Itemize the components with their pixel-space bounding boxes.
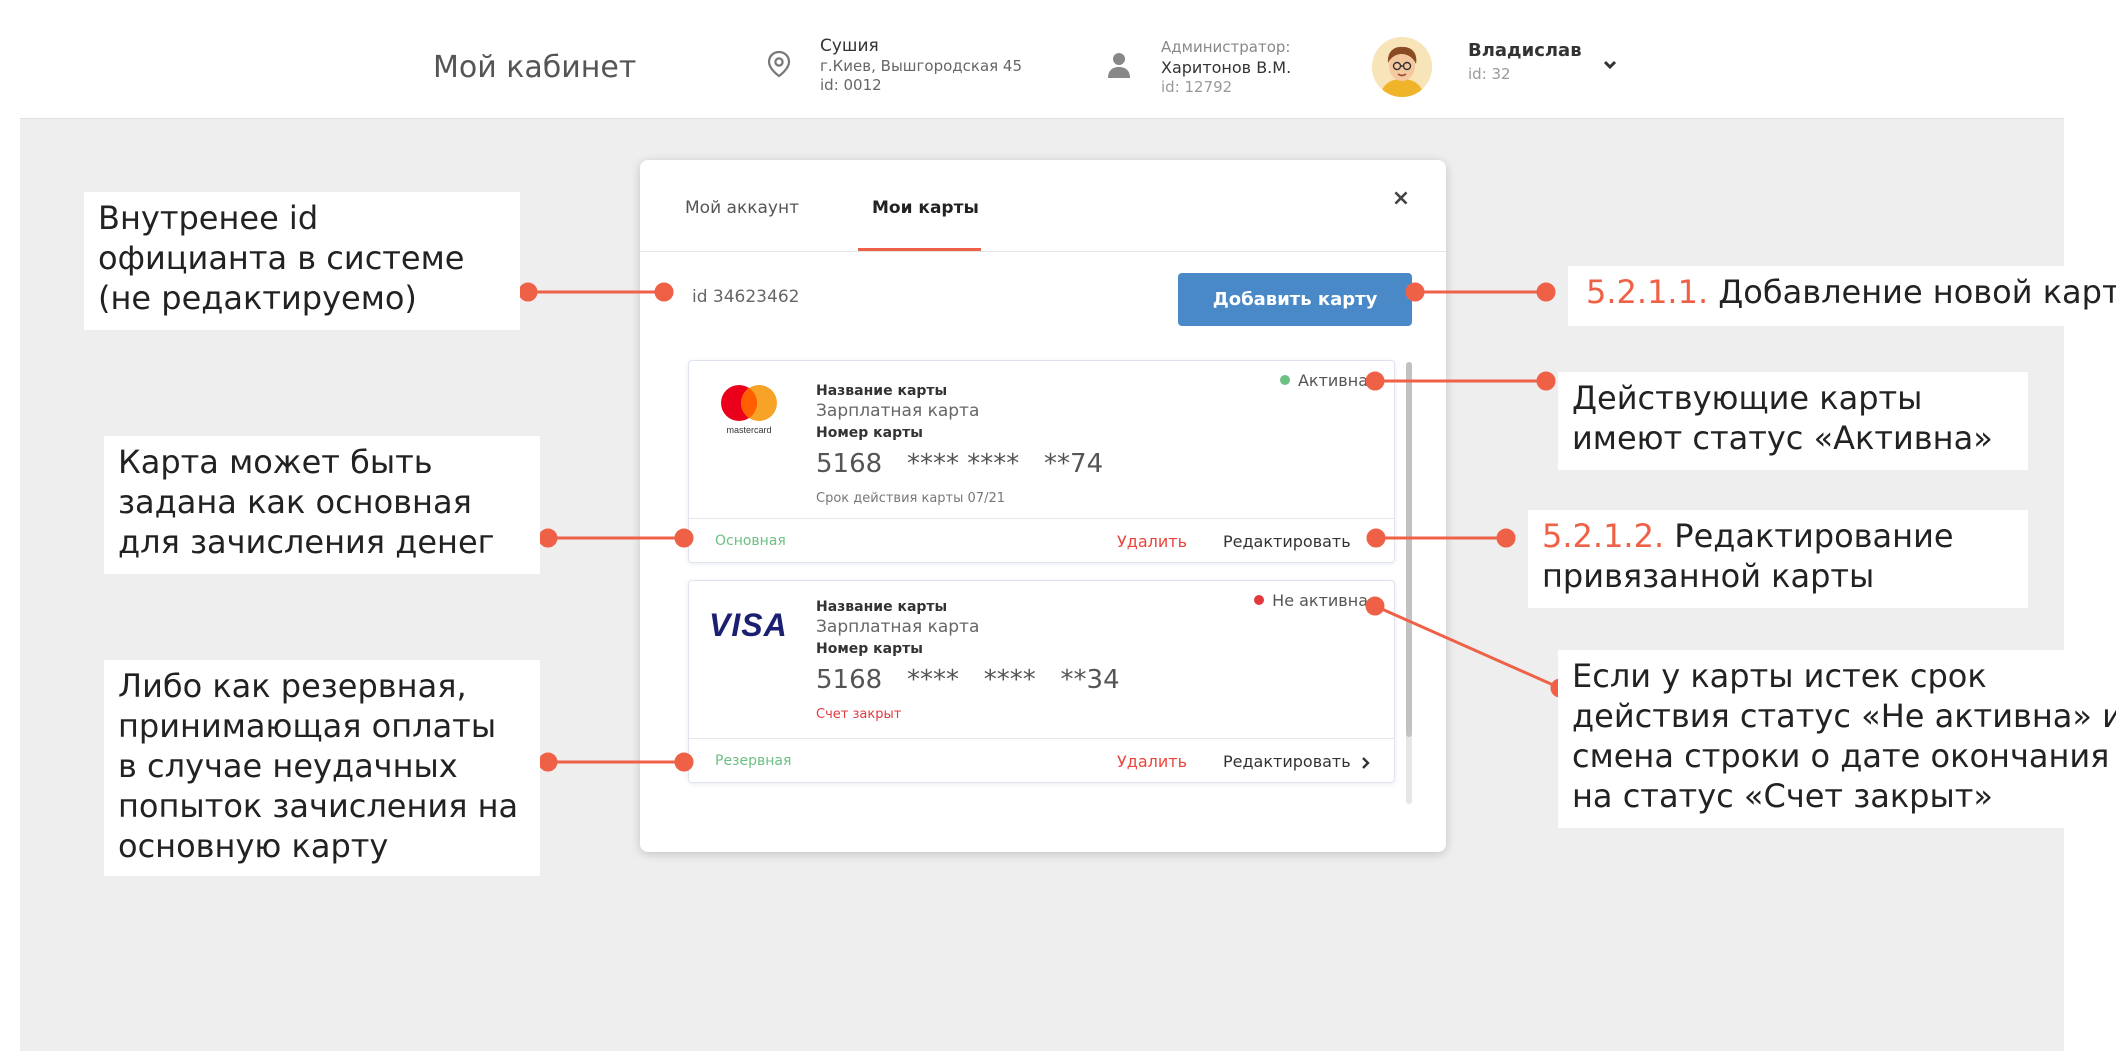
card-closed-status: Счет закрыт (816, 707, 902, 722)
delete-card-button[interactable]: Удалить (1117, 532, 1187, 551)
card-number: 5168 **** **** **74 (816, 449, 1104, 479)
card-number-label: Номер карты (816, 641, 923, 657)
card-footer: Основная Удалить Редактировать (689, 518, 1394, 564)
note-number: 5.2.1.2. (1542, 517, 1665, 555)
restaurant-id: id: 0012 (820, 76, 882, 94)
note-line: в случае неудачных (118, 747, 458, 785)
note-line: смена строки о дате окончания (1572, 737, 2110, 775)
card-name: Зарплатная карта (816, 617, 980, 637)
card-name-label: Название карты (816, 383, 948, 399)
note-waiter-id: Внутренее id официанта в системе (не ред… (84, 192, 520, 330)
tabs-divider (640, 251, 1446, 252)
waiter-id: id 34623462 (692, 287, 800, 307)
note-line: действия статус «Не активна» и (1572, 697, 2116, 735)
delete-card-button[interactable]: Удалить (1117, 752, 1187, 771)
brand-text: mastercard (726, 425, 772, 435)
note-line: официанта в системе (98, 239, 465, 277)
note-reserve-card: Либо как резервная, принимающая оплаты в… (104, 660, 540, 876)
card-status: Не активна (1254, 591, 1368, 610)
visa-logo: VISA (709, 607, 788, 644)
card-number-label: Номер карты (816, 425, 923, 441)
note-line: Либо как резервная, (118, 667, 467, 705)
status-active-dot-icon (1279, 374, 1290, 385)
cards-scrollbar[interactable] (1406, 362, 1412, 804)
admin-id: id: 12792 (1161, 78, 1233, 96)
card-name-label: Название карты (816, 599, 948, 615)
edit-label: Редактировать (1223, 752, 1351, 771)
note-line: Карта может быть (118, 443, 433, 481)
note-edit-card: 5.2.1.2. Редактирование привязанной карт… (1528, 510, 2028, 608)
chevron-right-icon (1361, 756, 1370, 769)
note-line: попыток зачисления на (118, 787, 519, 825)
card-expiry: Срок действия карты 07/21 (816, 491, 1005, 506)
tab-my-cards[interactable]: Мои карты (872, 198, 979, 218)
admin-name: Харитонов В.М. (1161, 58, 1292, 77)
note-line: Если у карты истек срок (1572, 657, 1987, 695)
note-line: на статус «Счет закрыт» (1572, 777, 1993, 815)
user-id: id: 32 (1468, 65, 1511, 83)
location-pin-icon (767, 50, 791, 78)
user-name: Владислав (1468, 40, 1582, 61)
note-line: (не редактируемо) (98, 279, 417, 317)
note-line: Внутренее id (98, 199, 319, 237)
note-active-status: Действующие карты имеют статус «Активна» (1558, 372, 2028, 470)
card-type-label[interactable]: Резервная (715, 753, 791, 769)
page-title: Мой кабинет (433, 50, 637, 85)
note-line: привязанной карты (1542, 557, 1875, 595)
restaurant-name: Сушия (820, 36, 879, 56)
note-inactive-status: Если у карты истек срок действия статус … (1558, 650, 2116, 828)
note-line: Редактирование (1664, 517, 1954, 555)
note-line: основную карту (118, 827, 389, 865)
card-item: VISA Название карты Зарплатная карта Ном… (688, 580, 1395, 783)
note-line: задана как основная (118, 483, 472, 521)
my-cards-modal: Мой аккаунт Мои карты × id 34623462 Доба… (640, 160, 1446, 852)
add-card-button[interactable]: Добавить карту (1178, 273, 1412, 326)
note-line: Добавление новой карты (1708, 273, 2116, 311)
scrollbar-thumb[interactable] (1406, 362, 1412, 737)
chevron-down-icon[interactable] (1600, 55, 1620, 75)
status-text: Не активна (1272, 591, 1368, 610)
card-item: mastercard Название карты Зарплатная кар… (688, 360, 1395, 563)
card-type-label[interactable]: Основная (715, 533, 786, 549)
note-add-card: 5.2.1.1. Добавление новой карты (1568, 266, 2116, 326)
edit-card-button[interactable]: Редактировать (1223, 752, 1373, 771)
note-line: принимающая оплаты (118, 707, 497, 745)
card-footer: Резервная Удалить Редактировать (689, 738, 1394, 784)
restaurant-address: г.Киев, Вышгородская 45 (820, 57, 1023, 75)
card-number: 5168 **** **** **34 (816, 665, 1120, 695)
admin-role: Администратор: (1161, 38, 1291, 56)
note-main-card: Карта может быть задана как основная для… (104, 436, 540, 574)
status-text: Активна (1297, 371, 1368, 390)
avatar[interactable] (1372, 37, 1432, 97)
edit-card-button[interactable]: Редактировать (1223, 532, 1351, 551)
close-icon[interactable]: × (1390, 188, 1412, 210)
note-line: для зачисления денег (118, 523, 495, 561)
status-inactive-dot-icon (1254, 594, 1265, 605)
note-line: Действующие карты (1572, 379, 1923, 417)
avatar-face-icon (1372, 37, 1432, 97)
mastercard-logo: mastercard (713, 381, 785, 445)
card-status: Активна (1279, 371, 1368, 390)
brand-text: VISA (709, 607, 788, 643)
card-name: Зарплатная карта (816, 401, 980, 421)
tab-my-account[interactable]: Мой аккаунт (685, 198, 799, 218)
note-number: 5.2.1.1. (1586, 273, 1709, 311)
note-line: имеют статус «Активна» (1572, 419, 1993, 457)
top-header: Мой кабинет Сушия г.Киев, Вышгородская 4… (20, 12, 2064, 119)
person-icon (1108, 53, 1130, 78)
